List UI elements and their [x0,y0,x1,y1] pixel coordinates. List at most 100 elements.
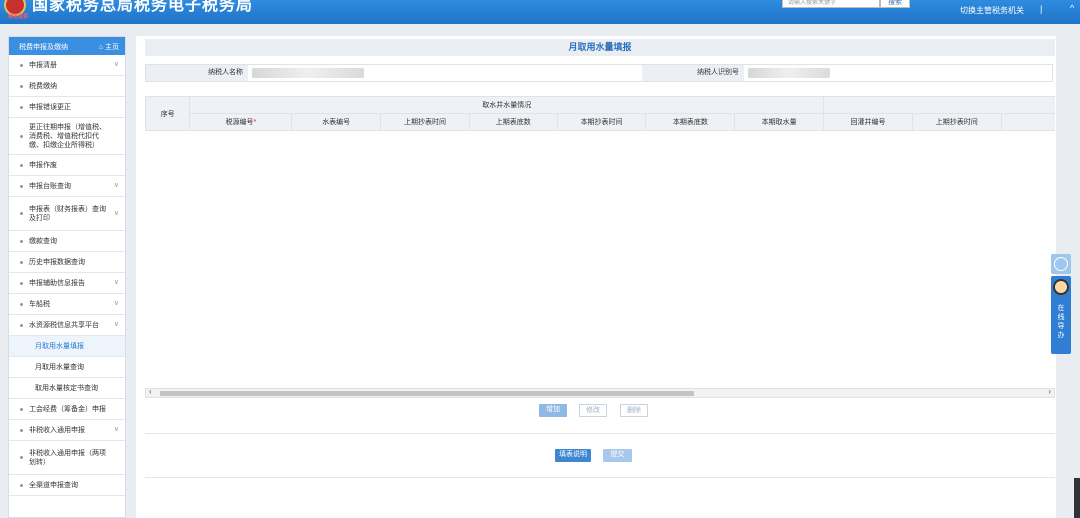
sidebar-subitem[interactable]: 月取用水量填报 [9,336,125,357]
sidebar-item-label: 工会经费（筹备金）申报 [29,405,106,413]
sidebar-item[interactable]: 税费缴纳 [9,76,125,97]
delete-button[interactable]: 删除 [620,404,648,417]
sidebar-item-label: 申报错误更正 [29,103,71,111]
bullet-icon [20,63,23,67]
sidebar-item-label: 税费缴纳 [29,82,57,90]
search-input[interactable]: 请输入搜索关键字 [782,0,880,8]
page-title: 月取用水量填报 [145,39,1055,56]
home-link[interactable]: ⌂ 主页 [99,42,119,52]
bullet-icon [20,212,23,215]
sidebar-item-label: 申报清册 [29,61,57,69]
sidebar-item[interactable]: 申报清册 ∨ [9,55,125,76]
sidebar-item[interactable]: 车船税 ∨ [9,294,125,315]
scrollbar-thumb[interactable] [160,391,694,396]
divider [145,477,1055,478]
taxpayer-id-label: 纳税人识别号 [642,65,744,81]
assistant-avatar-icon [1053,279,1069,295]
sidebar-item-label: 申报作废 [29,161,57,169]
collapse-up-icon[interactable]: ^ [1070,3,1074,13]
chevron-down-icon: ∨ [113,182,119,189]
col-seq: 序号 [145,96,191,131]
sidebar-subitem[interactable]: 取用水量核定书查询 [9,378,125,399]
scroll-left-icon[interactable]: ‹ [149,387,152,396]
sidebar-item-label: 非税收入通用申报 [29,426,85,434]
bullet-icon [20,239,23,243]
bullet-icon [20,483,23,487]
sidebar-subitem-label: 月取用水量查询 [35,363,84,371]
sidebar-item[interactable]: 申报错误更正 [9,97,125,118]
switch-tax-office-link[interactable]: 切换主管税务机关 [960,5,1024,16]
sidebar-menu: 申报清册 ∨ 税费缴纳申报错误更正更正往期申报（增值税、消费税、增值税代扣代缴、扣缴… [9,55,125,496]
online-guide-button[interactable]: 在线导办 [1051,276,1071,354]
col-tax-source: 税源编号* [189,113,293,131]
page-scrollbar[interactable] [1074,478,1080,518]
top-header: 税务发票 国家税务总局税务电子税务局 请输入搜索关键字 搜索 切换主管税务机关 … [0,0,1080,24]
col-tax-source-label: 税源编号 [225,119,254,126]
chevron-down-icon: ∨ [113,209,119,217]
col-header: 上期表底数 [468,113,558,131]
instructions-button[interactable]: 填表说明 [555,449,591,462]
sidebar-title: 税费申报及缴纳 [19,44,68,51]
bullet-icon [20,84,23,88]
sidebar-header: 税费申报及缴纳 ⌂ 主页 [9,37,125,55]
sidebar-item[interactable]: 非税收入通用申报 ∨ [9,420,125,441]
col-header: 上期表底数 [1000,113,1055,131]
col-header: 上期抄表时间 [380,113,470,131]
sidebar-item[interactable]: 工会经费（筹备金）申报 [9,399,125,420]
col-group-recharge [823,96,1055,114]
col-header: 上期抄表时间 [911,113,1002,131]
sidebar-item-label: 非税收入通用申报（两项划转） [29,449,106,466]
home-label: 主页 [105,44,119,51]
sidebar-item-label: 申报辅助信息报告 [29,279,85,287]
taxpayer-name-label: 纳税人名称 [146,65,248,81]
bullet-icon [20,163,23,167]
sidebar-item[interactable]: 历史申报数据查询 [9,252,125,273]
divider [145,433,1055,434]
bullet-icon [20,323,23,327]
sidebar-item[interactable]: 申报台账查询 ∨ [9,176,125,197]
header-separator: | [1040,4,1043,14]
bullet-icon [20,428,23,432]
col-header: 本期抄表时间 [556,113,647,131]
chevron-down-icon: ∨ [113,279,119,286]
bullet-icon [20,260,23,264]
bullet-icon [20,456,23,459]
col-header: 本期取水量 [734,113,825,131]
bullet-icon [20,302,23,306]
sidebar-item-label: 全渠道申报查询 [29,481,78,489]
sidebar-item[interactable]: 全渠道申报查询 [9,475,125,496]
online-guide-widget[interactable]: 在线导办 [1051,254,1071,354]
submit-button[interactable]: 提交 [603,449,632,462]
customer-service-top[interactable] [1051,254,1071,274]
main-panel: 月取用水量填报 纳税人名称 纳税人识别号 序号 取水井水量情况 税源编号* 水表… [136,36,1056,518]
sidebar-item[interactable]: 申报辅助信息报告 ∨ [9,273,125,294]
sidebar-item[interactable]: 水资源税信息共享平台 ∨ [9,315,125,336]
chevron-down-icon: ∨ [113,61,119,68]
col-header: 本期表底数 [645,113,736,131]
bullet-icon [20,134,23,138]
bullet-icon [20,184,23,188]
sidebar-item[interactable]: 非税收入通用申报（两项划转） [9,441,125,475]
taxpayer-id-value [748,68,830,78]
bullet-icon [20,281,23,285]
search-button[interactable]: 搜索 [880,0,910,8]
add-button[interactable]: 增加 [539,404,567,417]
chevron-down-icon: ∨ [113,426,119,433]
sidebar-subitem[interactable]: 月取用水量查询 [9,357,125,378]
sidebar-item-label: 申报表（财务报表）查询及打印 [29,205,106,222]
table-subheader-row: 税源编号* 水表编号 上期抄表时间 上期表底数 本期抄表时间 本期表底数 本期取水量 回灌井… [146,113,1055,131]
site-title: 国家税务总局税务电子税务局 [32,0,254,14]
scroll-right-icon[interactable]: › [1048,387,1051,396]
edit-button[interactable]: 修改 [579,404,607,417]
sidebar-item[interactable]: 缴款查询 [9,231,125,252]
sidebar-item[interactable]: 更正往期申报（增值税、消费税、增值税代扣代缴、扣缴企业所得税） [9,118,125,155]
user-avatar-icon [1054,257,1068,271]
water-volume-table: 序号 取水井水量情况 税源编号* 水表编号 上期抄表时间 上期表底数 本期抄表时间 本期… [145,96,1055,132]
online-guide-label: 在线导办 [1057,305,1065,339]
sidebar-subitem-label: 月取用水量填报 [35,342,84,350]
horizontal-scrollbar[interactable]: ‹ › [145,387,1055,398]
sidebar-item[interactable]: 申报作废 [9,155,125,176]
bullet-icon [20,407,23,411]
sidebar-item[interactable]: 申报表（财务报表）查询及打印 ∨ [9,197,125,231]
sidebar-subitem-label: 取用水量核定书查询 [35,384,98,392]
